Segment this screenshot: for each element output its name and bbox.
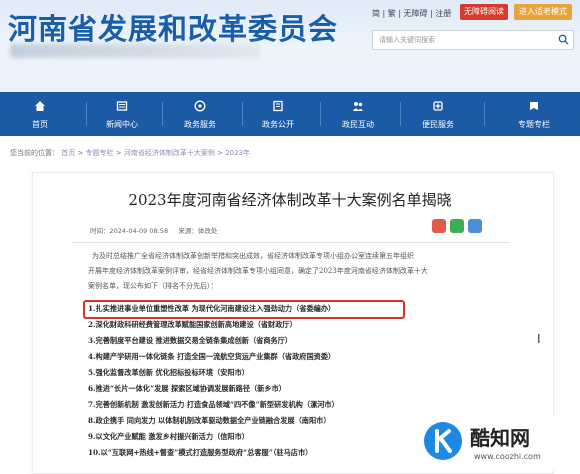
- site-title: 河南省发展和改革委员会: [8, 12, 339, 46]
- intro-line: 为及时总结推广全省经济体制改革创新举措和突出成效，省经济体制改革专项小组办公室连…: [92, 252, 414, 260]
- elder-mode-button[interactable]: 进入适老模式: [514, 4, 572, 20]
- highlight-box: [83, 300, 405, 319]
- intro-line: 开展年度经济体制改革案例评审，经省经济体制改革专项小组同意，确定了2023年度河…: [88, 267, 428, 275]
- intro-line: 案例名单，现公布如下（排名不分先后）：: [88, 282, 218, 290]
- watermark-name: 酷知网: [470, 426, 530, 450]
- list-item: 10.以“互联网+热线+督查”模式打造服务型政府“总客服”（驻马店市）: [88, 448, 313, 457]
- nav-item-convenience[interactable]: 便民服务: [404, 92, 472, 136]
- list-item: 4.构建产学研用一体化链条 打造全国一流航空货运产业集群（省政府国资委）: [88, 352, 336, 361]
- list-item: 6.推进“长片一体化”发展 探索区域协调发展新路径（新乡市）: [88, 384, 286, 393]
- share-weibo-icon[interactable]: [432, 219, 446, 233]
- list-item: 5.强化监督改革创新 优化招标投标环境（安阳市）: [88, 368, 249, 377]
- text-cursor-icon: I: [537, 332, 541, 346]
- service-icon: [194, 100, 206, 112]
- article-meta: 时间：2024-04-09 08:58 来源：体改处: [90, 225, 217, 235]
- list-item: 9.以文化产业赋能 激发乡村振兴新活力（信阳市）: [88, 432, 249, 441]
- search-icon[interactable]: [558, 34, 569, 45]
- search-box[interactable]: 请输入关键词搜索: [372, 30, 574, 50]
- nav-item-services[interactable]: 政务服务: [166, 92, 234, 136]
- list-item: 7.完善创新机制 激发创新活力 打造食品领域“四不像”新型研发机构（漯河市）: [88, 400, 339, 409]
- nav-item-public[interactable]: 政务公开: [244, 92, 312, 136]
- article-date: 时间：2024-04-09 08:58: [90, 227, 169, 235]
- watermark: 酷知网 www.coozhi.com: [420, 416, 576, 468]
- breadcrumb-prefix: 您当前的位置：: [10, 149, 59, 157]
- nav-item-topics[interactable]: 专题专栏: [500, 92, 568, 136]
- breadcrumb-year[interactable]: 2023年: [225, 149, 250, 157]
- nav-item-interaction[interactable]: 政民互动: [324, 92, 392, 136]
- site-header: 河南省发展和改革委员会 简 | 繁 | 无障碍 | 注册 无障碍阅读 进入适老模…: [0, 0, 580, 92]
- accessibility-button[interactable]: 无障碍阅读: [460, 4, 508, 20]
- nav-label: 新闻中心: [106, 120, 138, 129]
- nav-item-home[interactable]: 首页: [6, 92, 74, 136]
- breadcrumb-home[interactable]: 首页: [61, 149, 75, 157]
- breadcrumb-cases[interactable]: 河南省经济体制改革十大案例: [124, 149, 215, 157]
- list-item: 8.政企携手 同向发力 以体制机制改革驱动数据全产业链融合发展（南阳市）: [88, 416, 331, 425]
- main-nav: 首页 新闻中心 政务服务 政务公开 政民互动 便民服务 专题专栏: [0, 92, 580, 136]
- article-title: 2023年度河南省经济体制改革十大案例名单揭晓: [128, 191, 452, 209]
- topic-icon: [530, 102, 538, 110]
- nav-label: 首页: [32, 120, 48, 129]
- share-qzone-icon[interactable]: [468, 219, 482, 233]
- share-wechat-icon[interactable]: [450, 219, 464, 233]
- nav-item-news[interactable]: 新闻中心: [88, 92, 156, 136]
- watermark-url: www.coozhi.com: [474, 452, 541, 461]
- list-item: 2.深化财政科研经费管理改革赋能国家创新高地建设（省财政厅）: [88, 320, 297, 329]
- public-icon: [273, 100, 283, 112]
- news-icon: [116, 101, 128, 111]
- interaction-icon: [353, 102, 363, 111]
- breadcrumb-topics[interactable]: 专题专栏: [86, 149, 114, 157]
- nav-label: 便民服务: [422, 120, 454, 129]
- home-icon: [35, 101, 45, 111]
- nav-label: 政务公开: [262, 120, 294, 129]
- nav-label: 政民互动: [342, 120, 374, 129]
- nav-label: 专题专栏: [518, 120, 550, 129]
- top-links[interactable]: 简 | 繁 | 无障碍 | 注册: [372, 8, 451, 19]
- nav-label: 政务服务: [184, 120, 216, 129]
- watermark-logo: [424, 422, 462, 460]
- site-subtitle-blurred: [10, 44, 260, 58]
- list-item: 3.完善制度平台建设 推进数据交易全链条集成创新（省商务厅）: [88, 336, 293, 345]
- divider: [72, 242, 510, 243]
- article-source: 来源：体改处: [178, 227, 218, 235]
- convenience-icon: [433, 101, 443, 111]
- breadcrumb: 您当前的位置： 首页 > 专题专栏 > 河南省经济体制改革十大案例 > 2023…: [10, 149, 251, 157]
- search-input[interactable]: 请输入关键词搜索: [379, 35, 435, 45]
